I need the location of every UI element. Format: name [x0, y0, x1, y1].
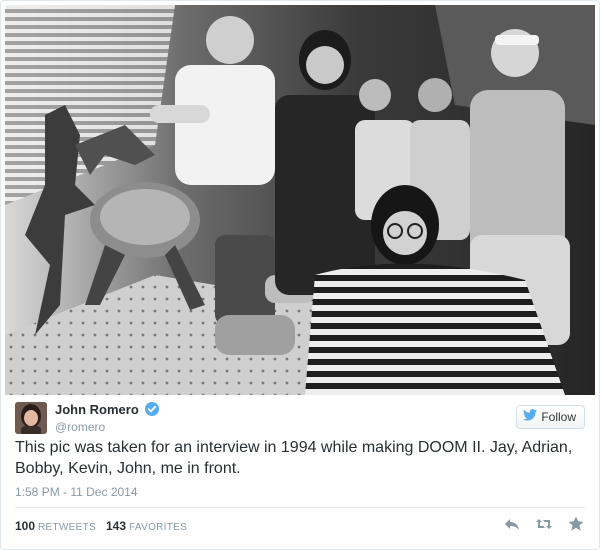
retweets-label: RETWEETS	[38, 522, 96, 533]
tweet-actions	[503, 515, 585, 533]
verified-badge-icon	[145, 402, 160, 416]
favorites-stat[interactable]: 143 FAVORITES	[106, 519, 188, 533]
divider	[15, 507, 585, 508]
tweet-header: John Romero @romero Follow	[15, 402, 585, 436]
author-avatar[interactable]	[15, 402, 47, 434]
reply-icon[interactable]	[503, 515, 521, 533]
tweet-card: John Romero @romero Follow This pic was …	[0, 0, 600, 550]
author-names: John Romero @romero	[55, 402, 160, 435]
tweet-timestamp[interactable]: 1:58 PM - 11 Dec 2014	[15, 485, 138, 499]
favorites-count: 143	[106, 519, 127, 533]
follow-label: Follow	[541, 410, 576, 424]
author-fullname[interactable]: John Romero	[55, 402, 139, 417]
follow-button[interactable]: Follow	[516, 405, 585, 429]
favorite-star-icon[interactable]	[567, 515, 585, 533]
avatar-image	[15, 402, 47, 434]
photo-image	[5, 5, 595, 395]
tweet-text: This pic was taken for an interview in 1…	[15, 439, 573, 477]
retweet-icon[interactable]	[535, 515, 553, 533]
tweet-stats: 100 RETWEETS 143 FAVORITES	[15, 519, 187, 533]
retweets-stat[interactable]: 100 RETWEETS	[15, 519, 96, 533]
author-username[interactable]: @romero	[55, 419, 159, 435]
retweets-count: 100	[15, 519, 36, 533]
favorites-label: FAVORITES	[129, 522, 188, 533]
author-fullname-row[interactable]: John Romero	[55, 402, 160, 418]
tweet-photo[interactable]	[5, 5, 595, 395]
twitter-bird-icon	[523, 406, 538, 428]
